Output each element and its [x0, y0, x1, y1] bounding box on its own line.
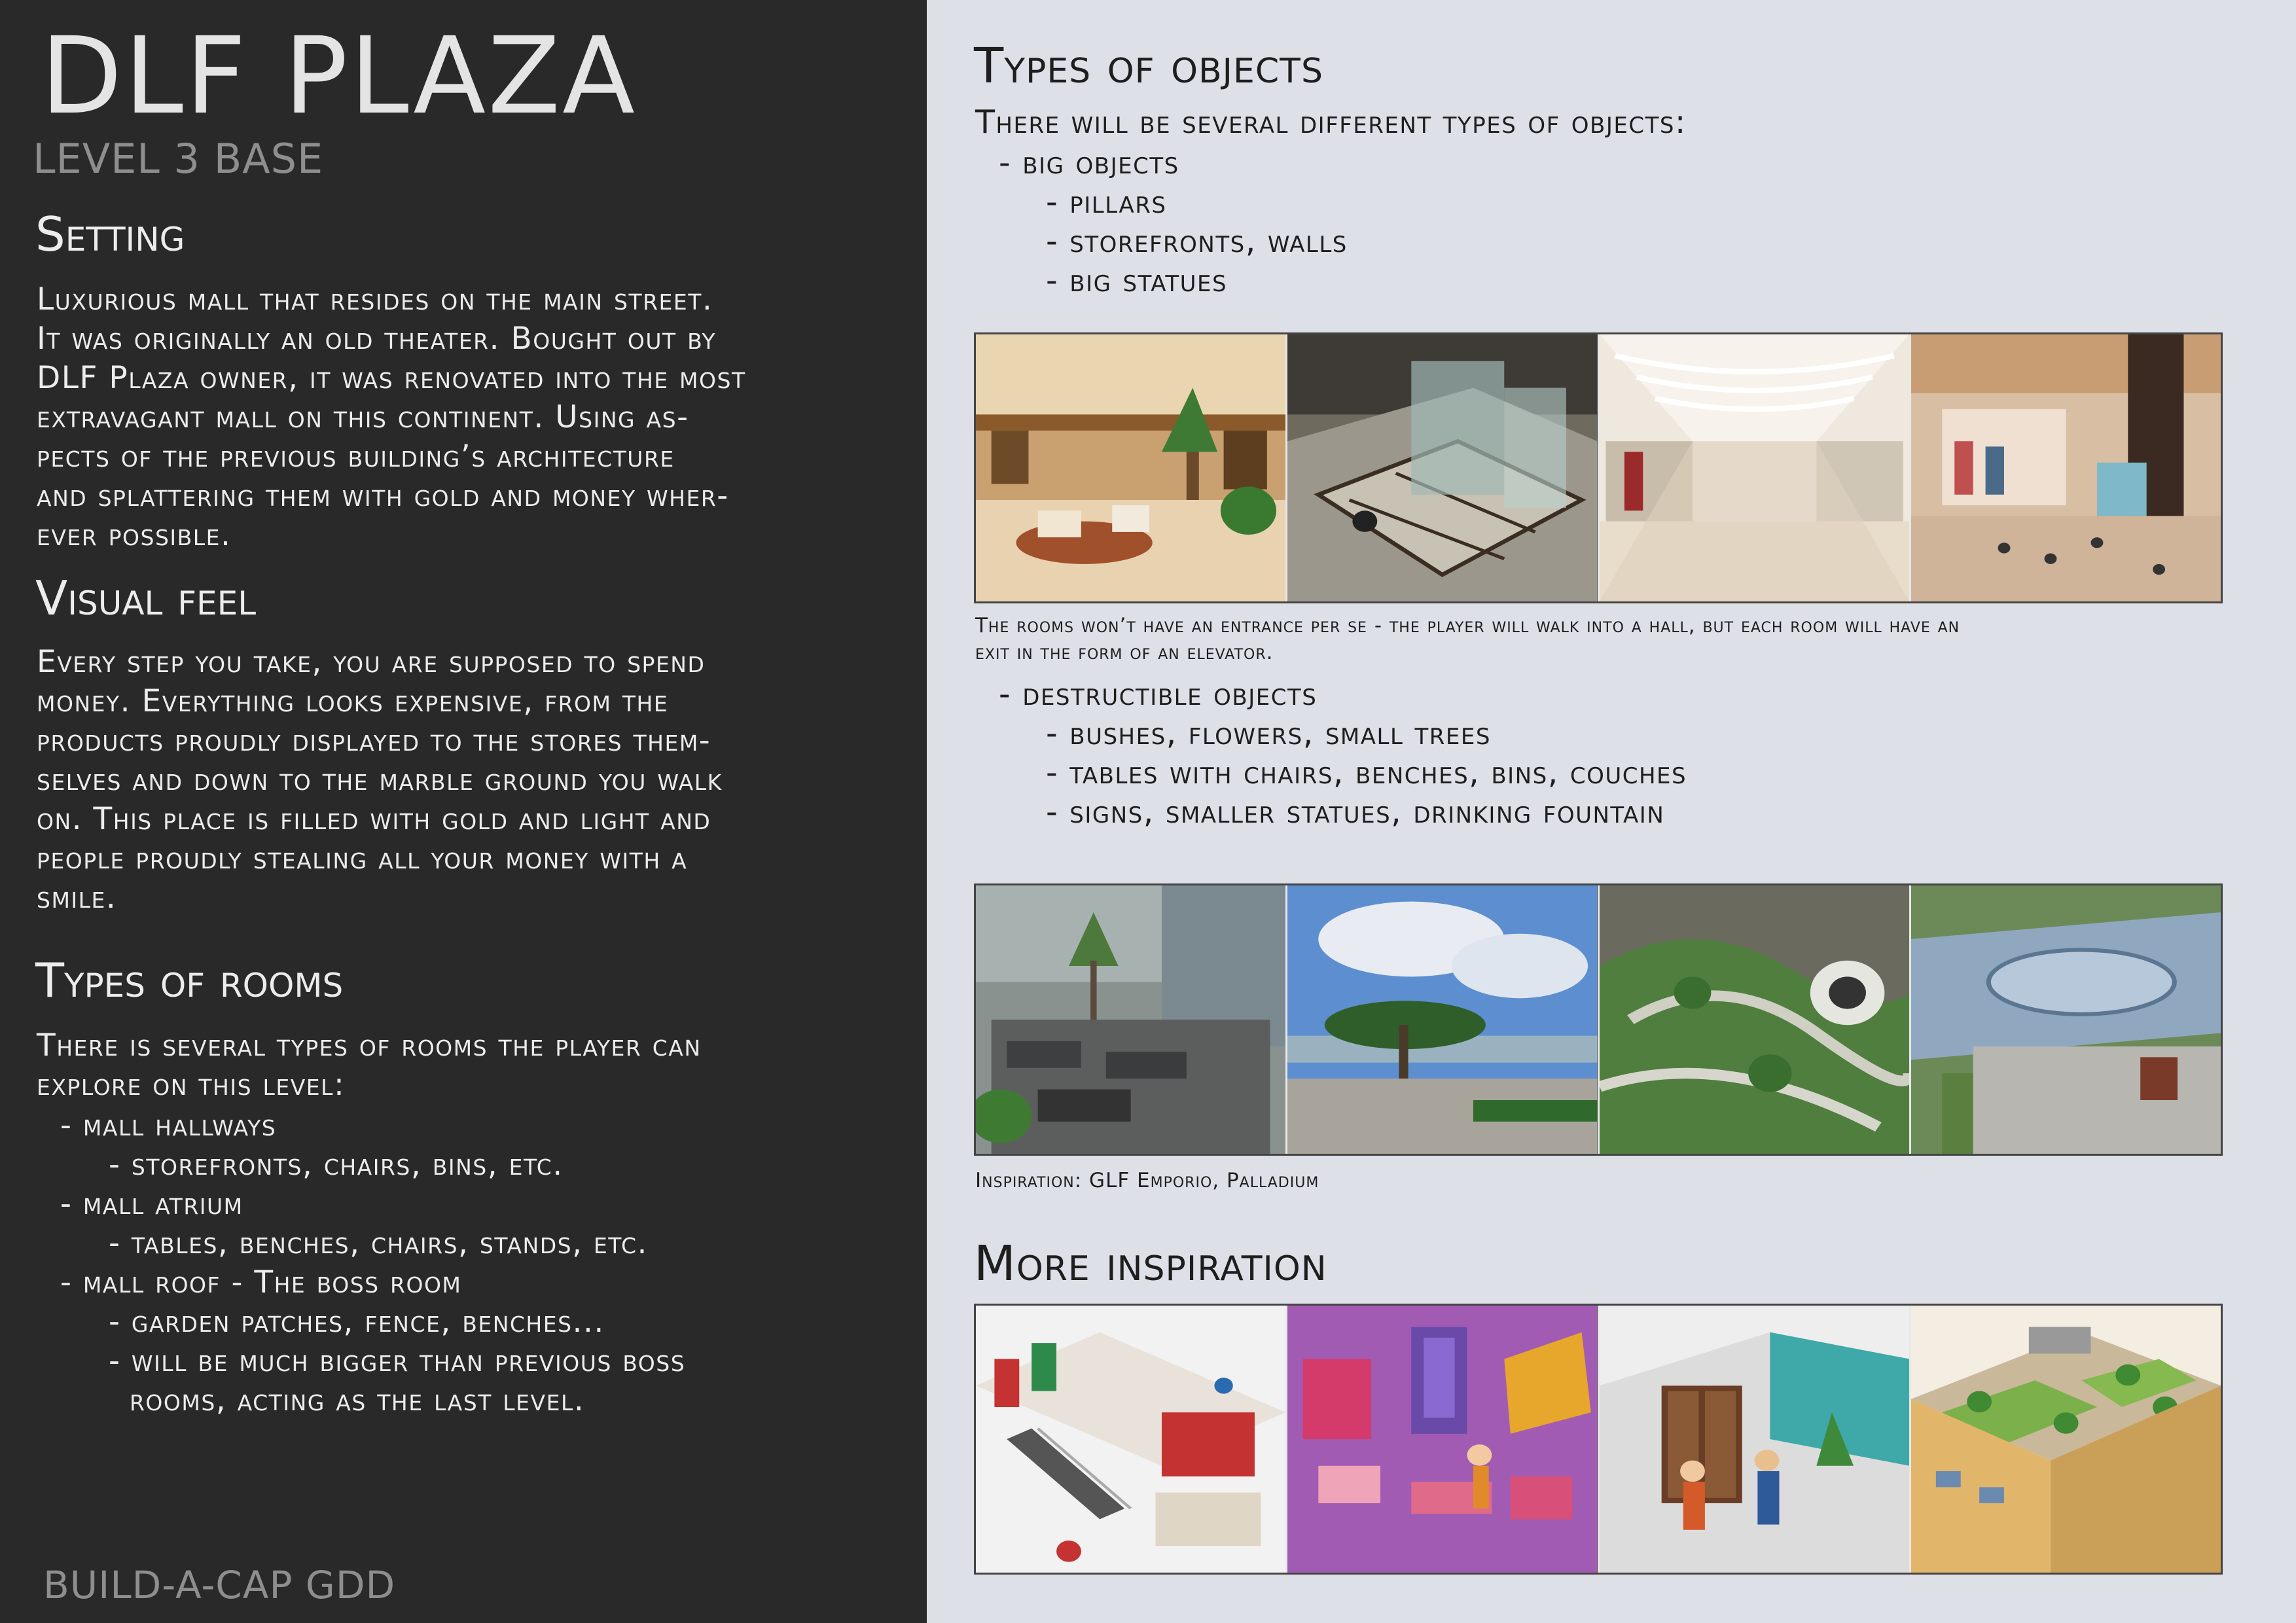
isometric-sale-shop-illustration	[1287, 1306, 1600, 1573]
objects-heading: Types of objects	[974, 38, 1323, 94]
setting-line: ever possible.	[37, 517, 232, 553]
setting-line: pects of the previous building’s archite…	[37, 438, 675, 474]
object-category: - destructible objects	[999, 675, 1318, 713]
isometric-mall-escalator-illustration	[976, 1306, 1288, 1573]
rooms-intro-line: There is several types of rooms the play…	[37, 1027, 702, 1063]
inspiration-caption: Inspiration: GLF Emporio, Palladium	[975, 1169, 1319, 1192]
rooms-intro-line: explore on this level:	[37, 1067, 346, 1103]
illustration-strip	[974, 1304, 2223, 1575]
object-item: - tables with chairs, benches, bins, cou…	[1046, 754, 1687, 791]
mall-white-hallway-photo	[1599, 334, 1911, 601]
visual-line: on. This place is filled with gold and l…	[37, 801, 711, 837]
visual-line: money. Everything looks expensive, from …	[37, 683, 669, 719]
mall-interior-lobby-photo	[976, 334, 1288, 601]
visual-line: Every step you take, you are supposed to…	[37, 644, 706, 680]
object-item: - signs, smaller statues, drinking fount…	[1046, 793, 1665, 830]
caption-line: The rooms won’t have an entrance per se …	[975, 614, 1960, 637]
visual-text: Every step you take, you are supposed to…	[37, 643, 901, 918]
mall-terrace-lounge-photo	[976, 885, 1288, 1154]
page-subtitle: LEVEL 3 BASE	[33, 135, 324, 183]
setting-line: DLF Plaza owner, it was renovated into t…	[37, 360, 746, 396]
room-subitem: - storefronts, chairs, bins, etc.	[109, 1147, 564, 1183]
setting-line: and splattering them with gold and money…	[37, 478, 729, 514]
mall-atrium-store-photo	[1910, 334, 2221, 601]
objects-intro: There will be several different types of…	[975, 103, 1687, 141]
object-item: - pillars	[1046, 183, 1167, 221]
room-subitem-continued: rooms, acting as the last level.	[130, 1382, 585, 1418]
photo-strip-exteriors	[974, 883, 2223, 1156]
visual-heading: Visual feel	[35, 571, 257, 626]
room-item: - mall roof - The boss room	[60, 1264, 462, 1300]
mall-glass-elevator-photo	[1287, 334, 1600, 601]
setting-text: Luxurious mall that resides on the main …	[37, 280, 901, 555]
object-item: - storefronts, walls	[1046, 223, 1348, 260]
rooms-intro: There is several types of rooms the play…	[37, 1026, 901, 1105]
left-panel: DLF PLAZA LEVEL 3 BASE Setting Luxurious…	[0, 0, 927, 1623]
object-category: - big objects	[999, 144, 1179, 181]
photo-strip-mall-interiors	[974, 332, 2223, 603]
document-footer: BUILD-A-CAP GDD	[43, 1563, 396, 1607]
page-title: DLF PLAZA	[41, 15, 637, 138]
caption-line: exit in the form of an elevator.	[975, 641, 1274, 664]
setting-heading: Setting	[35, 207, 185, 262]
setting-line: It was originally an old theater. Bought…	[37, 321, 717, 357]
visual-line: products proudly displayed to the stores…	[37, 722, 711, 758]
isometric-rooftop-garden-illustration	[1910, 1306, 2221, 1573]
visual-line: smile.	[37, 880, 117, 916]
room-subitem: - tables, benches, chairs, stands, etc.	[109, 1225, 648, 1261]
setting-line: Luxurious mall that resides on the main …	[37, 281, 713, 317]
strip-caption: The rooms won’t have an entrance per se …	[975, 613, 2219, 666]
rooftop-garden-aerial-photo	[1599, 885, 1911, 1154]
visual-line: people proudly stealing all your money w…	[37, 840, 688, 876]
room-item: - mall hallways	[60, 1107, 277, 1143]
visual-line: selves and down to the marble ground you…	[37, 762, 723, 798]
room-item: - mall atrium	[60, 1186, 243, 1222]
isometric-elevator-door-illustration	[1599, 1306, 1911, 1573]
rooms-heading: Types of rooms	[35, 953, 344, 1008]
object-item: - bushes, flowers, small trees	[1046, 715, 1491, 752]
setting-line: extravagant mall on this continent. Usin…	[37, 399, 689, 435]
room-subitem: - will be much bigger than previous boss	[109, 1343, 686, 1379]
rooftop-garden-sky-photo	[1287, 885, 1600, 1154]
room-subitem: - garden patches, fence, benches...	[109, 1304, 605, 1340]
more-inspiration-heading: More inspiration	[974, 1236, 1327, 1292]
object-item: - big statues	[1046, 262, 1228, 299]
mall-glass-roof-aerial-photo	[1910, 885, 2221, 1154]
